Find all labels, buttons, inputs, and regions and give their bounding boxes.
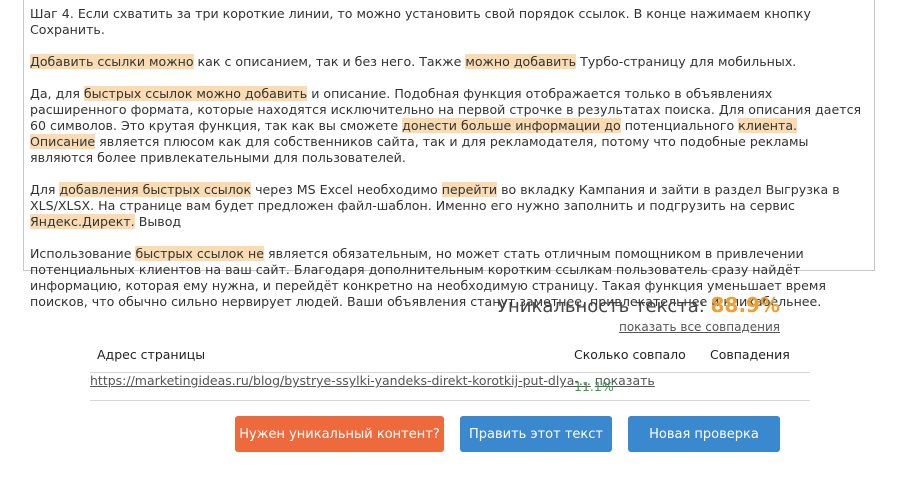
text-paragraph: Да, для быстрых ссылок можно добавить и … bbox=[30, 86, 866, 166]
match-percent: 11.1% bbox=[574, 379, 614, 394]
edit-text-button[interactable]: Править этот текст bbox=[460, 416, 612, 452]
text-segment: Шаг 4. Если схватить за три короткие лин… bbox=[30, 6, 811, 37]
highlighted-match: донести больше информации до bbox=[402, 118, 621, 133]
match-url-link[interactable]: https://marketingideas.ru/blog/bystrye-s… bbox=[90, 373, 591, 388]
checked-text-area: Шаг 4. Если схватить за три короткие лин… bbox=[23, 0, 875, 309]
highlighted-match: Яндекс.Директ. bbox=[30, 214, 135, 229]
header-page-address: Адрес страницы bbox=[97, 347, 206, 362]
uniqueness-score: Уникальность текста: 88.9% bbox=[497, 293, 780, 317]
text-segment: Да, для bbox=[30, 86, 84, 101]
uniqueness-label: Уникальность текста: bbox=[497, 296, 705, 317]
new-check-button[interactable]: Новая проверка bbox=[628, 416, 780, 452]
matches-table: Адрес страницы Сколько совпало Совпадени… bbox=[90, 343, 810, 401]
text-paragraph: Добавить ссылки можно как с описанием, т… bbox=[30, 54, 866, 70]
highlighted-match: быстрых ссылок не bbox=[135, 246, 264, 261]
text-segment: является плюсом как для собственников са… bbox=[30, 134, 809, 165]
text-segment: Для bbox=[30, 182, 60, 197]
uniqueness-value: 88.9% bbox=[710, 293, 780, 317]
highlighted-match: добавления быстрых ссылок bbox=[59, 182, 252, 197]
table-header: Адрес страницы Сколько совпало Совпадени… bbox=[90, 343, 810, 373]
text-segment: потенциального bbox=[620, 118, 739, 133]
header-matches: Совпадения bbox=[710, 347, 790, 362]
unique-content-button[interactable]: Нужен уникальный контент? bbox=[235, 416, 444, 452]
header-match-amount: Сколько совпало bbox=[574, 347, 686, 362]
show-all-matches-link[interactable]: показать все совпадения bbox=[619, 320, 780, 334]
text-segment: Использование bbox=[30, 246, 136, 261]
text-segment: Турбо-страницу для мобильных. bbox=[576, 54, 797, 69]
highlighted-match: можно добавить bbox=[465, 54, 577, 69]
highlighted-match: быстрых ссылок можно добавить bbox=[83, 86, 308, 101]
highlighted-match: перейти bbox=[441, 182, 498, 197]
highlighted-match: Добавить ссылки можно bbox=[30, 54, 194, 69]
text-segment: как с описанием, так и без него. Также bbox=[193, 54, 466, 69]
text-paragraph: Шаг 4. Если схватить за три короткие лин… bbox=[30, 6, 866, 38]
table-row: https://marketingideas.ru/blog/bystrye-s… bbox=[90, 373, 810, 401]
text-segment: Вывод bbox=[134, 214, 182, 229]
text-paragraph: Для добавления быстрых ссылок через MS E… bbox=[30, 182, 866, 230]
text-segment: через MS Excel необходимо bbox=[251, 182, 442, 197]
